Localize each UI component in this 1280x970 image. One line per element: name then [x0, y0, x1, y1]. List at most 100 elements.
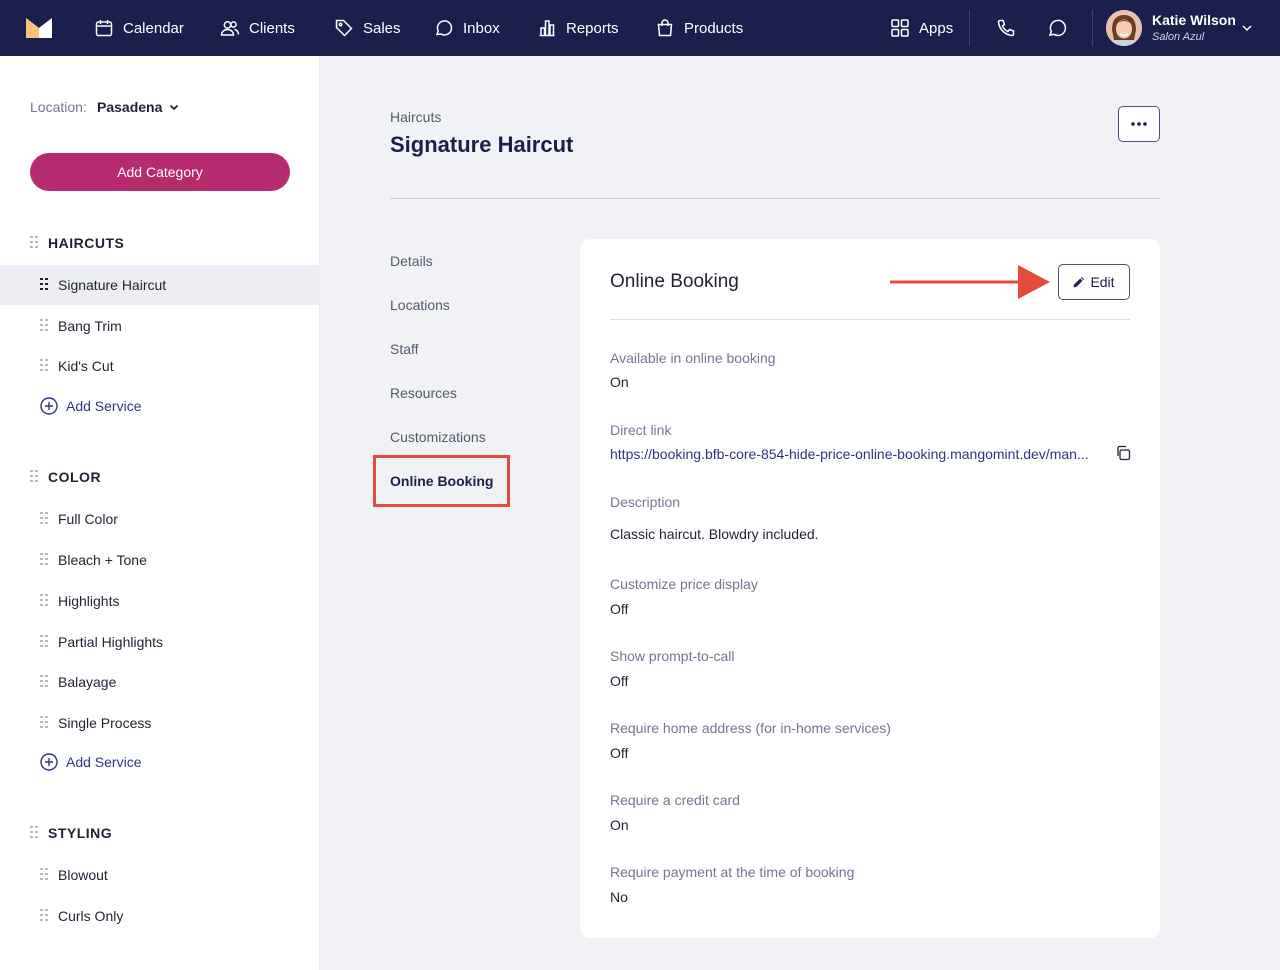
field-label: Show prompt-to-call: [610, 648, 735, 664]
drag-handle-icon[interactable]: [40, 909, 48, 923]
more-options-button[interactable]: [1118, 106, 1160, 142]
drag-handle-icon[interactable]: [40, 868, 48, 882]
phone-button[interactable]: [993, 15, 1019, 41]
nav-divider: [1092, 10, 1093, 46]
drag-handle-icon[interactable]: [40, 359, 48, 373]
service-item[interactable]: Highlights: [0, 581, 320, 621]
tag-icon: [335, 19, 353, 37]
subnav-customizations[interactable]: Customizations: [390, 429, 486, 445]
drag-handle-icon[interactable]: [30, 826, 38, 840]
nav-divider: [969, 10, 970, 46]
service-item[interactable]: Partial Highlights: [0, 622, 320, 662]
nav-calendar-label: Calendar: [123, 19, 184, 37]
drag-handle-icon[interactable]: [40, 594, 48, 608]
service-name: Single Process: [58, 715, 152, 731]
category-name: COLOR: [48, 469, 102, 485]
nav-products[interactable]: Products: [655, 0, 743, 56]
service-item[interactable]: Signature Haircut: [0, 265, 320, 305]
add-service-link[interactable]: Add Service: [40, 396, 141, 416]
field-value: Off: [610, 673, 629, 689]
field-label: Direct link: [610, 422, 672, 438]
field-label: Require home address (for in-home servic…: [610, 720, 891, 736]
drag-handle-icon[interactable]: [30, 470, 38, 484]
field-label: Customize price display: [610, 576, 758, 592]
drag-handle-icon[interactable]: [40, 635, 48, 649]
field-value: No: [610, 889, 628, 905]
service-item[interactable]: Full Color: [0, 499, 320, 539]
category-sidebar: Location: Pasadena Add Category HAIRCUTS…: [0, 56, 320, 970]
top-navigation-bar: Calendar Clients Sales Inbox Reports Pro…: [0, 0, 1280, 56]
business-name: Salon Azul: [1152, 31, 1205, 43]
drag-handle-icon[interactable]: [40, 278, 48, 292]
drag-handle-icon[interactable]: [40, 675, 48, 689]
avatar[interactable]: [1106, 10, 1142, 46]
category-color[interactable]: COLOR: [30, 467, 101, 487]
pencil-icon: [1073, 276, 1085, 287]
nav-calendar[interactable]: Calendar: [94, 0, 184, 56]
users-icon: [220, 21, 240, 36]
service-item[interactable]: Bang Trim: [0, 306, 320, 346]
messages-button[interactable]: [1044, 15, 1070, 41]
mangomint-logo[interactable]: [24, 16, 54, 40]
service-name: Curls Only: [58, 908, 124, 924]
user-name[interactable]: Katie Wilson: [1152, 12, 1236, 28]
nav-apps[interactable]: Apps: [890, 0, 953, 56]
service-name: Partial Highlights: [58, 634, 164, 650]
field-label: Description: [610, 494, 681, 510]
nav-inbox[interactable]: Inbox: [434, 0, 500, 56]
add-service-label: Add Service: [66, 398, 142, 414]
field-label: Available in online booking: [610, 350, 776, 366]
add-service-link[interactable]: Add Service: [40, 752, 141, 772]
copy-icon[interactable]: [1115, 445, 1131, 461]
service-item[interactable]: Bleach + Tone: [0, 540, 320, 580]
drag-handle-icon[interactable]: [40, 319, 48, 333]
field-value: On: [610, 817, 629, 833]
page-title: Signature Haircut: [390, 132, 574, 157]
field-label: Require a credit card: [610, 792, 740, 808]
grid-icon: [891, 19, 909, 37]
service-name: Bang Trim: [58, 318, 122, 334]
subnav-resources[interactable]: Resources: [390, 385, 457, 401]
subnav-details[interactable]: Details: [390, 253, 433, 269]
service-item[interactable]: Blowout: [0, 855, 320, 895]
subnav-locations[interactable]: Locations: [390, 297, 450, 313]
field-value: Classic haircut. Blowdry included.: [610, 526, 819, 542]
drag-handle-icon[interactable]: [40, 553, 48, 567]
direct-link[interactable]: https://booking.bfb-core-854-hide-price-…: [610, 446, 1105, 462]
bar-chart-icon: [539, 20, 555, 37]
annotation-highlight-box: [373, 455, 510, 507]
nav-clients[interactable]: Clients: [220, 0, 295, 56]
field-value: On: [610, 374, 629, 390]
nav-apps-label: Apps: [919, 19, 954, 37]
add-service-label: Add Service: [66, 754, 142, 770]
category-name: STYLING: [48, 825, 113, 841]
drag-handle-icon[interactable]: [40, 716, 48, 730]
nav-reports[interactable]: Reports: [537, 0, 619, 56]
edit-button[interactable]: Edit: [1058, 264, 1130, 300]
service-item[interactable]: Single Process: [0, 703, 320, 743]
category-styling[interactable]: STYLING: [30, 823, 112, 843]
add-category-button[interactable]: Add Category: [30, 153, 290, 191]
drag-handle-icon[interactable]: [40, 512, 48, 526]
online-booking-card: Online Booking Edit Available in online …: [580, 239, 1160, 938]
annotation-arrow-icon: [890, 265, 1050, 299]
service-item[interactable]: Balayage: [0, 662, 320, 702]
service-item[interactable]: Curls Only: [0, 896, 320, 936]
card-divider: [610, 319, 1130, 320]
service-name: Highlights: [58, 593, 120, 609]
nav-inbox-label: Inbox: [463, 19, 500, 37]
more-horizontal-icon: [1131, 122, 1147, 126]
subnav-staff[interactable]: Staff: [390, 341, 419, 357]
chevron-down-icon: [170, 104, 179, 111]
location-value: Pasadena: [97, 99, 163, 115]
service-item[interactable]: Kid's Cut: [0, 346, 320, 386]
user-photo-icon: [1106, 10, 1142, 46]
nav-sales[interactable]: Sales: [334, 0, 401, 56]
service-name: Full Color: [58, 511, 118, 527]
nav-products-label: Products: [684, 19, 744, 37]
breadcrumb[interactable]: Haircuts: [390, 109, 441, 125]
category-haircuts[interactable]: HAIRCUTS: [30, 233, 124, 253]
location-selector[interactable]: Pasadena: [97, 99, 180, 115]
drag-handle-icon[interactable]: [30, 236, 38, 250]
chevron-down-icon[interactable]: [1240, 21, 1254, 35]
